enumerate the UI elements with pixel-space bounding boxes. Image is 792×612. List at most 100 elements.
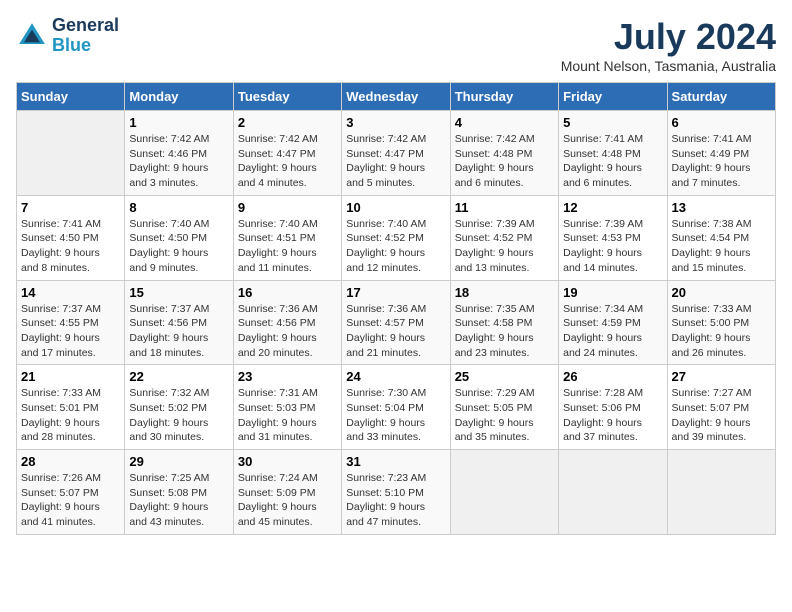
calendar-cell: 14 Sunrise: 7:37 AMSunset: 4:55 PMDayligh… [17,280,125,365]
calendar-cell: 2Sunrise: 7:42 AMSunset: 4:47 PMDaylight… [233,111,341,196]
day-number: 11 [455,200,554,215]
day-number: 7 [21,200,120,215]
day-info: Sunrise: 7:33 AMSunset: 5:00 PMDaylight:… [672,302,771,361]
day-info: Sunrise: 7:35 AMSunset: 4:58 PMDaylight:… [455,302,554,361]
calendar-cell [17,111,125,196]
calendar-cell: 21 Sunrise: 7:33 AMSunset: 5:01 PMDayligh… [17,365,125,450]
day-info: Sunrise: 7:37 AMSunset: 4:55 PMDaylight:… [21,302,120,361]
day-number: 28 [21,454,120,469]
day-info: Sunrise: 7:38 AMSunset: 4:54 PMDaylight:… [672,217,771,276]
calendar-cell: 6Sunrise: 7:41 AMSunset: 4:49 PMDaylight… [667,111,775,196]
day-number: 22 [129,369,228,384]
day-info: Sunrise: 7:41 AMSunset: 4:50 PMDaylight:… [21,217,120,276]
day-number: 20 [672,285,771,300]
calendar-cell: 19 Sunrise: 7:34 AMSunset: 4:59 PMDayligh… [559,280,667,365]
day-info: Sunrise: 7:41 AMSunset: 4:48 PMDaylight:… [563,132,662,191]
day-number: 8 [129,200,228,215]
col-header-saturday: Saturday [667,83,775,111]
calendar-cell: 26 Sunrise: 7:28 AMSunset: 5:06 PMDayligh… [559,365,667,450]
calendar-cell: 20 Sunrise: 7:33 AMSunset: 5:00 PMDayligh… [667,280,775,365]
day-info: Sunrise: 7:24 AMSunset: 5:09 PMDaylight:… [238,471,337,530]
calendar-cell: 29 Sunrise: 7:25 AMSunset: 5:08 PMDayligh… [125,450,233,535]
calendar-subtitle: Mount Nelson, Tasmania, Australia [561,58,776,74]
day-number: 18 [455,285,554,300]
day-number: 25 [455,369,554,384]
day-number: 30 [238,454,337,469]
day-number: 26 [563,369,662,384]
calendar-cell: 13Sunrise: 7:38 AMSunset: 4:54 PMDayligh… [667,195,775,280]
calendar-cell [450,450,558,535]
day-info: Sunrise: 7:33 AMSunset: 5:01 PMDaylight:… [21,386,120,445]
calendar-cell: 9 Sunrise: 7:40 AMSunset: 4:51 PMDaylight… [233,195,341,280]
calendar-cell: 24 Sunrise: 7:30 AMSunset: 5:04 PMDayligh… [342,365,450,450]
day-number: 14 [21,285,120,300]
day-info: Sunrise: 7:30 AMSunset: 5:04 PMDaylight:… [346,386,445,445]
calendar-cell: 4Sunrise: 7:42 AMSunset: 4:48 PMDaylight… [450,111,558,196]
day-info: Sunrise: 7:37 AMSunset: 4:56 PMDaylight:… [129,302,228,361]
page-header: General Blue July 2024 Mount Nelson, Tas… [16,16,776,74]
day-info: Sunrise: 7:31 AMSunset: 5:03 PMDaylight:… [238,386,337,445]
day-info: Sunrise: 7:36 AMSunset: 4:57 PMDaylight:… [346,302,445,361]
day-info: Sunrise: 7:39 AMSunset: 4:53 PMDaylight:… [563,217,662,276]
day-number: 17 [346,285,445,300]
calendar-cell: 18 Sunrise: 7:35 AMSunset: 4:58 PMDayligh… [450,280,558,365]
day-number: 10 [346,200,445,215]
col-header-tuesday: Tuesday [233,83,341,111]
day-number: 27 [672,369,771,384]
calendar-cell: 11 Sunrise: 7:39 AMSunset: 4:52 PMDayligh… [450,195,558,280]
logo: General Blue [16,16,119,56]
day-info: Sunrise: 7:34 AMSunset: 4:59 PMDaylight:… [563,302,662,361]
day-number: 29 [129,454,228,469]
calendar-cell: 30 Sunrise: 7:24 AMSunset: 5:09 PMDayligh… [233,450,341,535]
day-info: Sunrise: 7:40 AMSunset: 4:50 PMDaylight:… [129,217,228,276]
day-number: 15 [129,285,228,300]
day-number: 3 [346,115,445,130]
day-info: Sunrise: 7:32 AMSunset: 5:02 PMDaylight:… [129,386,228,445]
day-number: 9 [238,200,337,215]
calendar-cell: 23 Sunrise: 7:31 AMSunset: 5:03 PMDayligh… [233,365,341,450]
logo-icon [16,20,48,52]
calendar-cell: 28Sunrise: 7:26 AMSunset: 5:07 PMDayligh… [17,450,125,535]
day-info: Sunrise: 7:27 AMSunset: 5:07 PMDaylight:… [672,386,771,445]
day-number: 31 [346,454,445,469]
day-number: 24 [346,369,445,384]
calendar-cell: 10 Sunrise: 7:40 AMSunset: 4:52 PMDayligh… [342,195,450,280]
calendar-cell [667,450,775,535]
calendar-cell: 27 Sunrise: 7:27 AMSunset: 5:07 PMDayligh… [667,365,775,450]
calendar-cell: 3 Sunrise: 7:42 AMSunset: 4:47 PMDaylight… [342,111,450,196]
calendar-cell: 16Sunrise: 7:36 AMSunset: 4:56 PMDayligh… [233,280,341,365]
col-header-friday: Friday [559,83,667,111]
calendar-cell: 12 Sunrise: 7:39 AMSunset: 4:53 PMDayligh… [559,195,667,280]
day-info: Sunrise: 7:39 AMSunset: 4:52 PMDaylight:… [455,217,554,276]
day-number: 23 [238,369,337,384]
day-number: 5 [563,115,662,130]
day-info: Sunrise: 7:42 AMSunset: 4:47 PMDaylight:… [346,132,445,191]
col-header-thursday: Thursday [450,83,558,111]
calendar-cell: 31 Sunrise: 7:23 AMSunset: 5:10 PMDayligh… [342,450,450,535]
day-info: Sunrise: 7:36 AMSunset: 4:56 PMDaylight:… [238,302,337,361]
calendar-cell [559,450,667,535]
day-info: Sunrise: 7:28 AMSunset: 5:06 PMDaylight:… [563,386,662,445]
day-info: Sunrise: 7:40 AMSunset: 4:51 PMDaylight:… [238,217,337,276]
calendar-cell: 17 Sunrise: 7:36 AMSunset: 4:57 PMDayligh… [342,280,450,365]
day-number: 19 [563,285,662,300]
calendar-table: SundayMondayTuesdayWednesdayThursdayFrid… [16,82,776,535]
day-info: Sunrise: 7:23 AMSunset: 5:10 PMDaylight:… [346,471,445,530]
day-info: Sunrise: 7:40 AMSunset: 4:52 PMDaylight:… [346,217,445,276]
day-number: 1 [129,115,228,130]
day-number: 2 [238,115,337,130]
day-info: Sunrise: 7:25 AMSunset: 5:08 PMDaylight:… [129,471,228,530]
calendar-cell: 25 Sunrise: 7:29 AMSunset: 5:05 PMDayligh… [450,365,558,450]
day-number: 21 [21,369,120,384]
calendar-cell: 5 Sunrise: 7:41 AMSunset: 4:48 PMDaylight… [559,111,667,196]
col-header-wednesday: Wednesday [342,83,450,111]
calendar-cell: 7 Sunrise: 7:41 AMSunset: 4:50 PMDaylight… [17,195,125,280]
calendar-cell: 8 Sunrise: 7:40 AMSunset: 4:50 PMDaylight… [125,195,233,280]
title-block: July 2024 Mount Nelson, Tasmania, Austra… [561,16,776,74]
day-number: 4 [455,115,554,130]
col-header-monday: Monday [125,83,233,111]
day-number: 12 [563,200,662,215]
logo-text: General Blue [52,16,119,56]
day-info: Sunrise: 7:29 AMSunset: 5:05 PMDaylight:… [455,386,554,445]
calendar-cell: 15 Sunrise: 7:37 AMSunset: 4:56 PMDayligh… [125,280,233,365]
